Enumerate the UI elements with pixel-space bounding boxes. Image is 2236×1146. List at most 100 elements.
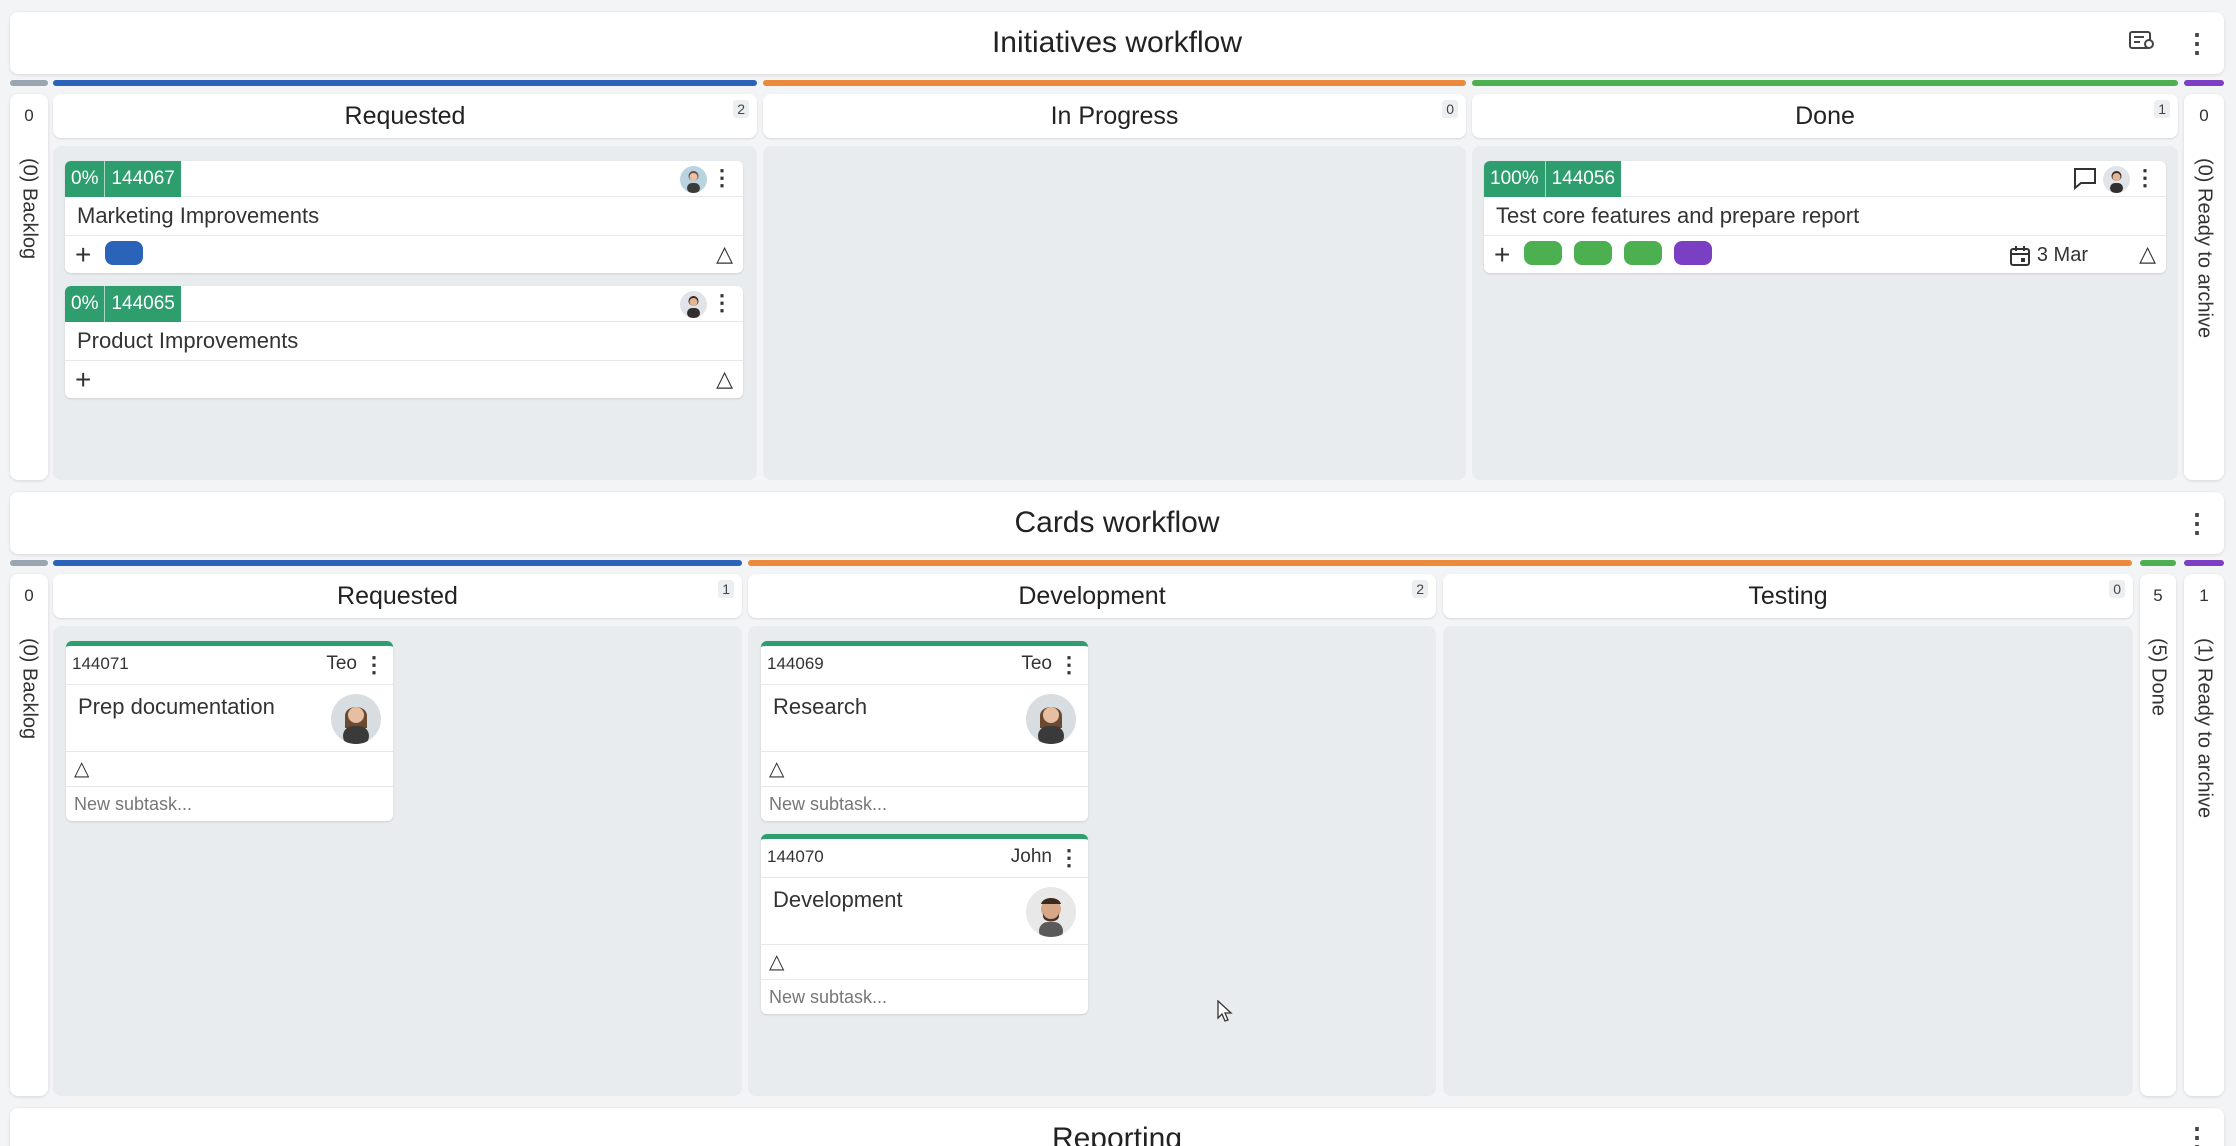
archive-count: 0 [2199, 106, 2209, 125]
column-count: 0 [2109, 580, 2125, 598]
initiative-card[interactable]: 0% 144067 ⋮ Marketing Improvements + △ [65, 161, 743, 273]
warning-icon[interactable]: △ [716, 241, 733, 267]
backlog-color-bar [10, 80, 48, 86]
backlog-count: 0 [24, 106, 34, 125]
card-menu-icon[interactable]: ⋮ [711, 167, 733, 189]
done-label: (5) Done [2147, 638, 2170, 716]
add-icon[interactable]: + [75, 366, 91, 394]
card-id: 144069 [767, 654, 824, 673]
reporting-title: Reporting [1051, 1122, 1183, 1146]
card-owner[interactable]: Teo [1021, 653, 1052, 675]
progress-percent: 100% [1484, 161, 1546, 197]
initiatives-backlog-column[interactable]: 0 (0) Backlog [10, 94, 48, 480]
cards-done-column[interactable]: 5 (5) Done [2140, 574, 2176, 1096]
archive-count: 1 [2199, 586, 2209, 605]
initiatives-archive-column[interactable]: 0 (0) Ready to archive [2184, 94, 2224, 480]
warning-icon[interactable]: △ [769, 756, 784, 781]
card-menu-icon[interactable]: ⋮ [2134, 167, 2156, 189]
column-count: 1 [2154, 100, 2170, 118]
requested-color-bar [53, 560, 742, 566]
task-card[interactable]: 144070 John ⋮ Development △ New subtask.… [761, 834, 1088, 1014]
column-header-in-progress[interactable]: In Progress 0 [763, 94, 1466, 138]
in-progress-color-bar [763, 80, 1466, 86]
card-title[interactable]: Marketing Improvements [77, 203, 319, 229]
initiative-card[interactable]: 0% 144065 ⋮ Product Improvements + △ [65, 286, 743, 398]
testing-column-body[interactable] [1443, 626, 2133, 1096]
column-title: Development [1018, 581, 1166, 610]
initiatives-workflow-header: Initiatives workflow ⋮ [10, 12, 2224, 74]
tag[interactable] [1624, 241, 1662, 265]
avatar[interactable] [1026, 694, 1076, 744]
reporting-menu-icon[interactable]: ⋮ [2184, 1124, 2210, 1146]
tag[interactable] [105, 241, 143, 265]
column-header-done[interactable]: Done 1 [1472, 94, 2178, 138]
tag[interactable] [1674, 241, 1712, 265]
column-header-requested[interactable]: Requested 1 [53, 574, 742, 618]
task-card[interactable]: 144071 Teo ⋮ Prep documentation △ New su… [66, 641, 393, 821]
calendar-icon [2009, 245, 2030, 266]
due-date[interactable]: 3 Mar [2009, 244, 2088, 267]
initiative-card[interactable]: 100% 144056 ⋮ Test core features and pre… [1484, 161, 2166, 273]
backlog-color-bar [10, 560, 48, 566]
tag[interactable] [1574, 241, 1612, 265]
warning-icon[interactable]: △ [74, 756, 89, 781]
cards-workflow-menu-icon[interactable]: ⋮ [2184, 510, 2210, 536]
card-title[interactable]: Test core features and prepare report [1496, 203, 1859, 229]
warning-icon[interactable]: △ [769, 949, 784, 974]
new-subtask-input[interactable]: New subtask... [769, 987, 887, 1008]
card-menu-icon[interactable]: ⋮ [711, 292, 733, 314]
avatar[interactable] [2103, 166, 2130, 193]
column-title: Testing [1748, 581, 1828, 610]
comment-icon[interactable] [2072, 166, 2098, 195]
column-header-requested[interactable]: Requested 2 [53, 94, 757, 138]
avatar[interactable] [331, 694, 381, 744]
tag[interactable] [1524, 241, 1562, 265]
column-title: In Progress [1050, 101, 1179, 130]
mouse-cursor-icon [1217, 1000, 1233, 1022]
warning-icon[interactable]: △ [2139, 241, 2156, 267]
avatar[interactable] [680, 291, 707, 318]
initiatives-menu-icon[interactable]: ⋮ [2184, 30, 2210, 56]
column-count: 1 [718, 580, 734, 598]
column-count: 2 [1412, 580, 1428, 598]
add-icon[interactable]: + [1494, 241, 1510, 269]
new-subtask-input[interactable]: New subtask... [74, 794, 192, 815]
new-subtask-input[interactable]: New subtask... [769, 794, 887, 815]
cards-backlog-column[interactable]: 0 (0) Backlog [10, 574, 48, 1096]
backlog-label: (0) Backlog [18, 638, 41, 740]
add-icon[interactable]: + [75, 241, 91, 269]
card-owner[interactable]: John [1011, 846, 1052, 868]
card-badge[interactable]: 0% 144065 [65, 286, 181, 322]
in-progress-column-body[interactable] [763, 146, 1466, 480]
card-title[interactable]: Research [773, 694, 867, 720]
cards-workflow-title: Cards workflow [1014, 506, 1220, 539]
card-id: 144056 [1551, 168, 1616, 189]
card-menu-icon[interactable]: ⋮ [1058, 847, 1080, 869]
card-id: 144067 [111, 168, 175, 189]
column-header-testing[interactable]: Testing 0 [1443, 574, 2133, 618]
card-title[interactable]: Product Improvements [77, 328, 298, 354]
requested-color-bar [53, 80, 757, 86]
column-header-development[interactable]: Development 2 [748, 574, 1436, 618]
archive-color-bar [2184, 80, 2224, 86]
cards-archive-column[interactable]: 1 (1) Ready to archive [2184, 574, 2224, 1096]
card-owner[interactable]: Teo [326, 653, 357, 675]
avatar[interactable] [680, 166, 707, 193]
card-menu-icon[interactable]: ⋮ [363, 654, 385, 676]
warning-icon[interactable]: △ [716, 366, 733, 392]
board-settings-icon[interactable] [2128, 29, 2156, 58]
initiatives-workflow-title: Initiatives workflow [991, 26, 1243, 59]
column-title: Done [1795, 101, 1855, 130]
card-title[interactable]: Prep documentation [78, 694, 275, 720]
column-count: 2 [733, 100, 749, 118]
card-badge[interactable]: 0% 144067 [65, 161, 181, 197]
column-count: 0 [1442, 100, 1458, 118]
task-card[interactable]: 144069 Teo ⋮ Research △ New subtask... [761, 641, 1088, 821]
card-menu-icon[interactable]: ⋮ [1058, 654, 1080, 676]
avatar[interactable] [1026, 887, 1076, 937]
backlog-label: (0) Backlog [18, 158, 41, 260]
card-badge[interactable]: 100% 144056 [1484, 161, 1622, 197]
done-color-bar [1472, 80, 2178, 86]
card-title[interactable]: Development [773, 887, 903, 913]
due-date-text: 3 Mar [2036, 244, 2088, 266]
